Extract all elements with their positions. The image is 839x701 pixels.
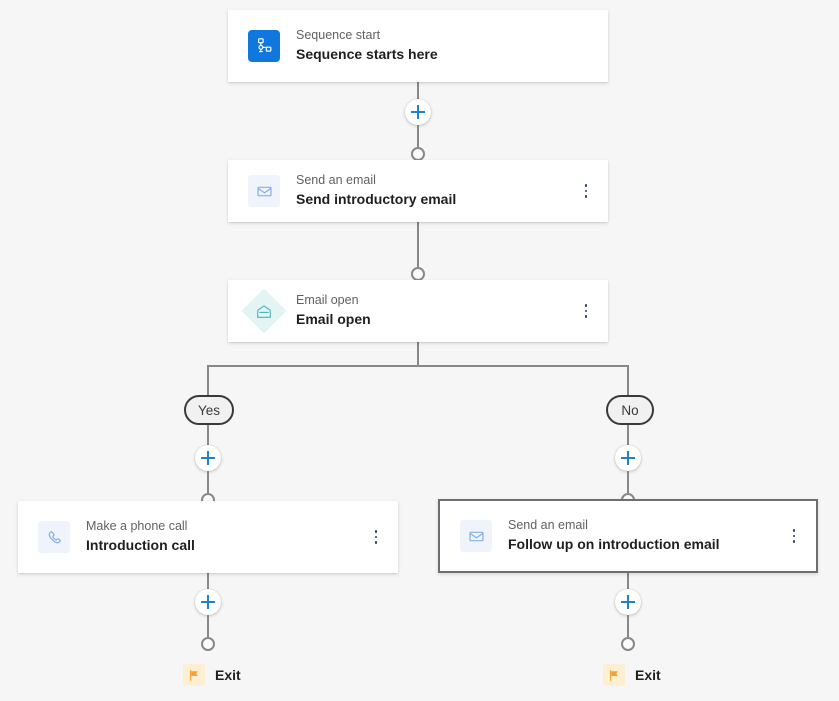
email-open-icon [241,288,287,334]
connector-add-to-port-no [627,471,629,493]
kebab-dot [792,529,796,532]
node-send-introductory-email[interactable]: Send an email Send introductory email [228,160,608,222]
connector-port-exit-yes [201,637,215,651]
add-step-button-no[interactable] [615,445,641,471]
branch-left-drop [207,365,209,395]
node-sequence-start-subtitle: Sequence start [296,28,381,43]
kebab-dot [374,530,378,533]
connector-call-to-add [207,573,209,589]
node-email-open-menu-button[interactable] [578,301,594,321]
node-follow-up-email-text: Send an email Follow up on introduction … [508,518,720,553]
node-sequence-start-text: Sequence start Sequence starts here [296,28,438,63]
node-introduction-call-menu-button[interactable] [368,527,384,547]
node-introduction-call[interactable]: Make a phone call Introduction call [18,501,398,573]
kebab-dot [374,535,378,539]
kebab-dot [792,540,796,543]
connector-add-to-port-1 [417,125,419,147]
connector-add-to-port-yes [207,471,209,493]
node-follow-up-email-title: Follow up on introduction email [508,536,720,553]
kebab-dot [374,541,378,544]
connector-no-to-add [627,425,629,445]
branch-label-no-text: No [621,402,639,418]
node-email-open-subtitle: Email open [296,293,359,308]
node-email-open[interactable]: Email open Email open [228,280,608,342]
sequence-designer-canvas: Yes No Sequence start Sequence starts he… [0,0,839,701]
node-sequence-start[interactable]: Sequence start Sequence starts here [228,10,608,82]
node-send-introductory-email-menu-button[interactable] [578,181,594,201]
kebab-dot [792,534,796,538]
node-introduction-call-subtitle: Make a phone call [86,519,188,534]
flag-icon [603,664,625,686]
kebab-dot [584,195,588,198]
connector-port-2 [411,267,425,281]
flag-icon [183,664,205,686]
email-icon [460,520,492,552]
connector-port-exit-no [621,637,635,651]
email-icon [248,175,280,207]
connector-port-1 [411,147,425,161]
sequence-start-icon [248,30,280,62]
kebab-dot [584,184,588,187]
branch-label-yes-text: Yes [198,402,221,418]
phone-icon [38,521,70,553]
node-email-open-text: Email open Email open [296,293,371,328]
exit-node-no[interactable]: Exit [603,664,661,686]
branch-label-no[interactable]: No [606,395,654,425]
exit-node-yes[interactable]: Exit [183,664,241,686]
node-introduction-call-text: Make a phone call Introduction call [86,519,195,554]
node-email-open-title: Email open [296,311,371,328]
node-send-introductory-email-subtitle: Send an email [296,173,376,188]
kebab-dot [584,189,588,193]
connector-yes-to-add [207,425,209,445]
kebab-dot [584,309,588,313]
node-introduction-call-title: Introduction call [86,537,195,554]
connector-email-to-port-2 [417,222,419,267]
node-send-introductory-email-title: Send introductory email [296,191,457,208]
branch-crossbar [207,365,629,367]
add-step-button-yes[interactable] [195,445,221,471]
kebab-dot [584,304,588,307]
node-follow-up-email[interactable]: Send an email Follow up on introduction … [438,499,818,573]
node-follow-up-email-menu-button[interactable] [786,526,802,546]
node-send-introductory-email-text: Send an email Send introductory email [296,173,456,208]
connector-add-to-exit-no [627,615,629,637]
kebab-dot [584,315,588,318]
connector-followup-to-add [627,573,629,589]
node-sequence-start-title: Sequence starts here [296,46,438,63]
exit-node-no-label: Exit [635,667,661,683]
branch-stem [417,342,419,366]
branch-right-drop [627,365,629,395]
branch-label-yes[interactable]: Yes [184,395,235,425]
connector-add-to-exit-yes [207,615,209,637]
add-step-button-yes-2[interactable] [195,589,221,615]
add-step-button-no-2[interactable] [615,589,641,615]
add-step-button-1[interactable] [405,99,431,125]
exit-node-yes-label: Exit [215,667,241,683]
node-follow-up-email-subtitle: Send an email [508,518,588,533]
